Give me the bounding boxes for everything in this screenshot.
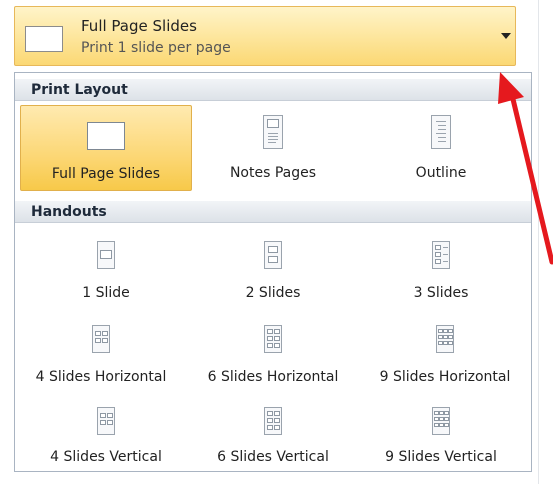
handout-4-slides-horizontal[interactable]: 4 Slides Horizontal bbox=[15, 307, 187, 393]
four-slides-horizontal-icon bbox=[92, 325, 110, 353]
nine-slides-vertical-icon bbox=[432, 407, 450, 435]
four-slides-vertical-icon bbox=[97, 407, 115, 435]
layout-full-page-slides[interactable]: Full Page Slides bbox=[20, 105, 192, 191]
handout-label: 2 Slides bbox=[245, 285, 301, 301]
selected-layout-subtitle: Print 1 slide per page bbox=[81, 40, 231, 56]
handout-6-slides-horizontal[interactable]: 6 Slides Horizontal bbox=[187, 307, 359, 393]
handout-9-slides-vertical[interactable]: 9 Slides Vertical bbox=[355, 393, 527, 471]
layout-label: Full Page Slides bbox=[51, 166, 161, 182]
print-layout-dropdown[interactable]: Full Page Slides Print 1 slide per page bbox=[14, 6, 516, 66]
background-strip bbox=[538, 0, 553, 484]
handout-6-slides-vertical[interactable]: 6 Slides Vertical bbox=[187, 393, 359, 471]
layout-notes-pages[interactable]: Notes Pages bbox=[187, 105, 359, 191]
dropdown-arrow-icon[interactable] bbox=[501, 33, 511, 39]
outline-page-icon bbox=[431, 115, 451, 149]
handout-label: 1 Slide bbox=[82, 285, 130, 301]
one-slide-page-icon bbox=[97, 241, 115, 269]
selected-layout-title: Full Page Slides bbox=[81, 17, 197, 35]
six-slides-horizontal-icon bbox=[264, 325, 282, 353]
layout-gallery: Print Layout Full Page Slides Notes Page… bbox=[14, 72, 532, 472]
two-slides-page-icon bbox=[264, 241, 282, 269]
section-header-print-layout: Print Layout bbox=[15, 79, 531, 101]
handout-label: 9 Slides Vertical bbox=[385, 449, 497, 465]
full-page-slide-icon bbox=[87, 122, 125, 150]
layout-label: Outline bbox=[415, 165, 467, 181]
section-header-handouts: Handouts bbox=[15, 201, 531, 223]
nine-slides-horizontal-icon bbox=[436, 325, 454, 353]
handout-label: 3 Slides bbox=[413, 285, 469, 301]
notes-page-icon bbox=[263, 115, 283, 149]
handout-4-slides-vertical[interactable]: 4 Slides Vertical bbox=[20, 393, 192, 471]
handout-2-slides[interactable]: 2 Slides bbox=[187, 225, 359, 307]
full-page-slide-icon bbox=[25, 26, 63, 52]
handout-3-slides[interactable]: 3 Slides bbox=[355, 225, 527, 307]
handout-1-slide[interactable]: 1 Slide bbox=[20, 225, 192, 307]
handout-label: 9 Slides Horizontal bbox=[379, 369, 511, 385]
layout-label: Notes Pages bbox=[229, 165, 317, 181]
layout-outline[interactable]: Outline bbox=[355, 105, 527, 191]
six-slides-vertical-icon bbox=[264, 407, 282, 435]
three-slides-page-icon bbox=[432, 241, 450, 269]
handout-label: 4 Slides Vertical bbox=[50, 449, 162, 465]
handout-label: 6 Slides Horizontal bbox=[207, 369, 339, 385]
handout-label: 6 Slides Vertical bbox=[217, 449, 329, 465]
handout-label: 4 Slides Horizontal bbox=[35, 369, 167, 385]
handout-9-slides-horizontal[interactable]: 9 Slides Horizontal bbox=[359, 307, 531, 393]
